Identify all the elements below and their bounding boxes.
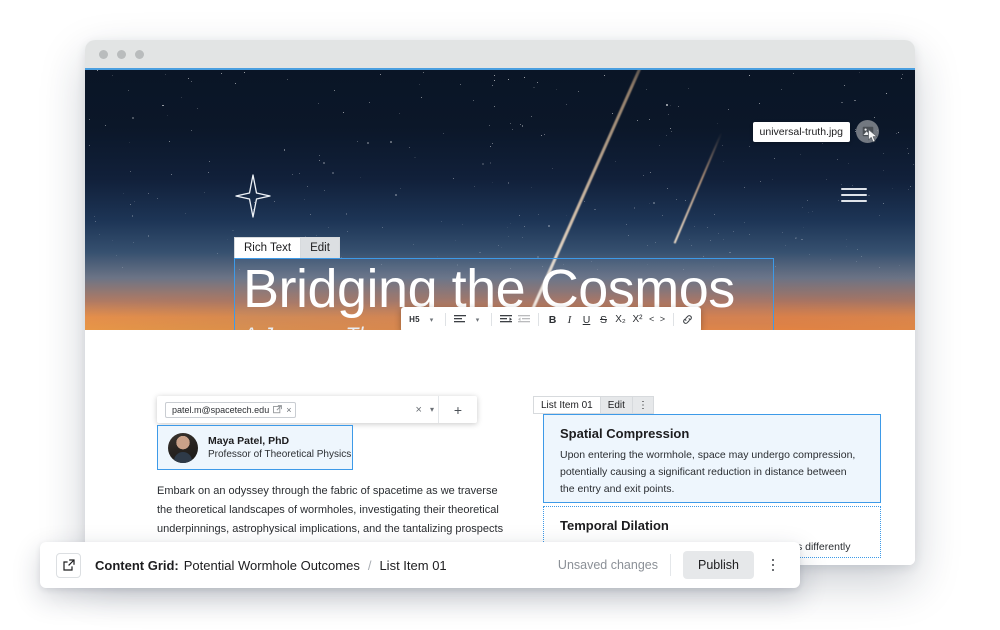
align-left-icon[interactable] (452, 311, 468, 329)
publish-button[interactable]: Publish (683, 551, 754, 579)
window-maximize-button[interactable] (135, 49, 144, 59)
strikethrough-button[interactable]: S (596, 311, 611, 329)
email-reference-field[interactable]: patel.m@spacetech.edu × × ▾ + (157, 396, 477, 423)
toolbar-divider-3 (538, 313, 539, 326)
card-title: Spatial Compression (560, 426, 690, 441)
image-icon[interactable] (856, 120, 879, 143)
window-minimize-button[interactable] (117, 49, 126, 59)
card-body: Upon entering the wormhole, space may un… (560, 449, 856, 495)
breadcrumb-title[interactable]: Potential Wormhole Outcomes (184, 558, 360, 573)
indent-decrease-icon[interactable] (516, 311, 532, 329)
underline-button[interactable]: U (579, 311, 594, 329)
italic-button[interactable]: I (562, 311, 577, 329)
link-icon[interactable] (680, 311, 695, 329)
bottom-bar-divider (670, 554, 671, 576)
clear-field-icon[interactable]: × (412, 404, 426, 416)
author-info: Maya Patel, PhD Professor of Theoretical… (208, 435, 351, 460)
toolbar-divider-4 (673, 313, 675, 326)
heading-style-dropdown[interactable]: H5 (407, 311, 422, 329)
indent-increase-icon[interactable] (498, 311, 514, 329)
editor-bottom-bar: Content Grid: Potential Wormhole Outcome… (40, 542, 800, 588)
block-label-group: Rich Text Edit (234, 237, 340, 259)
kebab-menu-icon[interactable]: ⋮ (632, 396, 654, 414)
image-filename-label: universal-truth.jpg (752, 121, 850, 142)
mouse-cursor-icon (868, 129, 878, 143)
four-point-star-icon (235, 174, 271, 218)
email-chip[interactable]: patel.m@spacetech.edu × (165, 401, 297, 418)
block-edit-button[interactable]: Edit (301, 237, 340, 259)
chevron-down-icon-align[interactable]: ▾ (470, 311, 485, 329)
bold-button[interactable]: B (545, 311, 560, 329)
window-close-button[interactable] (99, 49, 108, 59)
avatar (168, 432, 198, 463)
chevron-down-icon[interactable]: ▾ (424, 311, 439, 329)
subscript-button[interactable]: X₂ (613, 311, 628, 329)
author-name: Maya Patel, PhD (208, 435, 290, 447)
open-external-button[interactable] (56, 552, 81, 578)
author-role: Professor of Theoretical Physics (208, 449, 352, 460)
window-titlebar (85, 40, 915, 68)
breadcrumb-current[interactable]: List Item 01 (379, 558, 446, 573)
status-badge: Unsaved changes (557, 558, 658, 572)
list-item-badge: List Item 01 (533, 396, 601, 414)
card-title: Temporal Dilation (560, 518, 669, 533)
list-item-edit-button[interactable]: Edit (600, 396, 633, 414)
list-card-spatial-compression[interactable]: Spatial Compression Upon entering the wo… (543, 414, 881, 503)
image-asset-badge: universal-truth.jpg (752, 120, 879, 143)
external-link-icon[interactable] (273, 405, 283, 414)
hero-section: universal-truth.jpg Rich Text Edit Bridg… (85, 68, 915, 330)
superscript-button[interactable]: X² (630, 311, 645, 329)
external-link-icon (62, 559, 75, 571)
list-item-label-group: List Item 01 Edit ⋮ (533, 396, 654, 414)
toolbar-divider (445, 313, 446, 326)
breadcrumb: Content Grid: Potential Wormhole Outcome… (95, 558, 447, 573)
kebab-menu-icon[interactable] (760, 552, 786, 578)
rich-text-toolbar[interactable]: H5 ▾ ▾ B I U S X₂ X² < > (401, 307, 702, 330)
toolbar-divider-2 (491, 313, 492, 326)
code-button[interactable]: < > (647, 311, 667, 329)
chevron-down-icon[interactable]: ▾ (426, 405, 438, 414)
block-type-label: Rich Text (234, 237, 302, 259)
breadcrumb-label: Content Grid: (95, 557, 179, 573)
author-card-selected[interactable]: Maya Patel, PhD Professor of Theoretical… (157, 425, 353, 470)
hamburger-menu-icon[interactable] (841, 188, 867, 202)
breadcrumb-separator: / (367, 557, 372, 573)
add-reference-button[interactable]: + (439, 402, 477, 418)
close-icon[interactable]: × (286, 405, 291, 415)
email-chip-value: patel.m@spacetech.edu (172, 404, 270, 415)
